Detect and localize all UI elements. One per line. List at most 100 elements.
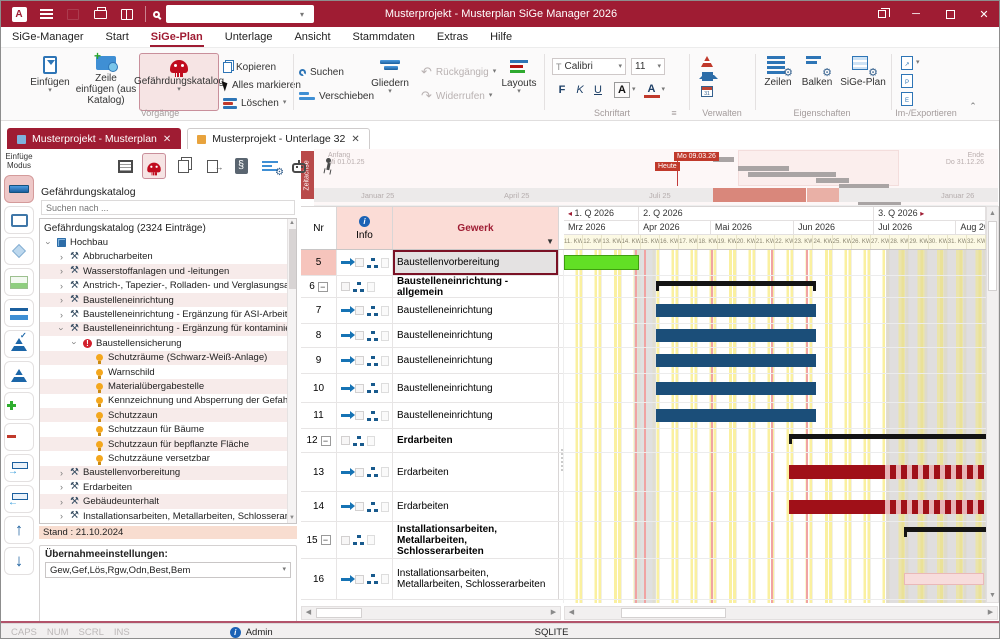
scroll-right-icon[interactable]: ▶ bbox=[547, 607, 560, 619]
menu-tab-hilfe[interactable]: Hilfe bbox=[479, 28, 523, 46]
rueckgaengig-button[interactable]: ↶Rückgängig▾ bbox=[421, 60, 496, 84]
rail-cone-button[interactable] bbox=[4, 361, 34, 389]
table-row[interactable]: 5Baustellenvorbereitung bbox=[301, 250, 563, 276]
zeilen-button[interactable]: ⚙ Zeilen bbox=[761, 53, 795, 111]
table-chart-splitter[interactable] bbox=[559, 449, 564, 483]
collapse-icon[interactable]: − bbox=[321, 535, 331, 545]
tree-item[interactable]: ›Hochbau bbox=[40, 235, 296, 249]
gantt-bar-summary[interactable] bbox=[656, 281, 816, 286]
font-color-button[interactable]: A bbox=[644, 82, 660, 98]
scroll-left-icon[interactable]: ◀ bbox=[302, 607, 315, 619]
panel-tool-person-button[interactable] bbox=[316, 153, 340, 179]
print-icon[interactable] bbox=[91, 6, 109, 22]
menu-tab-ansicht[interactable]: Ansicht bbox=[283, 28, 341, 46]
kopieren-button[interactable]: Kopieren bbox=[223, 58, 301, 76]
collapse-icon[interactable]: − bbox=[318, 282, 328, 292]
transfer-settings-select[interactable]: Gew,Gef,Lös,Rgw,Odn,Best,Bem ▾ bbox=[45, 562, 291, 578]
maximize-button[interactable] bbox=[933, 1, 967, 27]
gantt-bar-task-blue[interactable] bbox=[656, 409, 816, 422]
rail-bar-insert-button[interactable] bbox=[4, 175, 34, 203]
scroll-left-icon[interactable]: ◀ bbox=[565, 607, 578, 619]
tree-item[interactable]: Kennzeichnung und Absperrung der Gefahre… bbox=[40, 394, 296, 408]
gantt-bar-task-planned[interactable] bbox=[904, 573, 984, 585]
column-header-gewerk[interactable]: Gewerk ▼ bbox=[393, 207, 559, 249]
tree-item[interactable]: ›⚒Baustelleneinrichtung bbox=[40, 293, 296, 307]
scroll-thumb[interactable] bbox=[621, 608, 726, 618]
scroll-up-icon[interactable]: ▲ bbox=[987, 207, 998, 220]
notes-icon[interactable] bbox=[118, 6, 136, 22]
overview-axis[interactable]: Januar 25 April 25 Juli 25 Januar 26 bbox=[314, 188, 998, 202]
gantt-bar-task-red[interactable] bbox=[789, 500, 984, 514]
table-row[interactable]: 6−Baustelleneinrichtung - allgemein bbox=[301, 276, 563, 298]
balken-button[interactable]: ⚙ Balken bbox=[799, 53, 835, 111]
tree-scrollbar[interactable]: ▲▼ bbox=[287, 219, 296, 523]
table-row[interactable]: 12−Erdarbeiten bbox=[301, 429, 563, 453]
collapse-icon[interactable]: − bbox=[321, 436, 331, 446]
underline-button[interactable]: U bbox=[590, 82, 606, 98]
menu-tab-stammdaten[interactable]: Stammdaten bbox=[342, 28, 426, 46]
sige-plan-button[interactable]: ⚙ SiGe-Plan bbox=[839, 53, 887, 111]
tree-item[interactable]: ›⚒Gebäudeunterhalt bbox=[40, 494, 296, 508]
table-row[interactable]: 14Erdarbeiten bbox=[301, 492, 563, 522]
tree-item[interactable]: ›⚒Baustelleneinrichtung - Ergänzung für … bbox=[40, 307, 296, 321]
scroll-thumb[interactable] bbox=[316, 608, 362, 618]
highlight-color-button[interactable]: A bbox=[614, 82, 630, 98]
tree-item[interactable]: ›⚒Anstrich-, Tapezier-, Rolladen- und Ve… bbox=[40, 279, 296, 293]
chevron-right-icon[interactable]: › bbox=[57, 295, 66, 305]
gliedern-button[interactable]: Gliedern ▾ bbox=[365, 53, 415, 111]
scroll-thumb[interactable] bbox=[289, 229, 296, 289]
scroll-left-icon[interactable]: ◂ bbox=[568, 209, 572, 218]
layouts-button[interactable]: Layouts ▾ bbox=[497, 53, 541, 111]
building-icon[interactable] bbox=[702, 72, 713, 81]
filter-icon[interactable]: ▼ bbox=[546, 237, 554, 246]
app-logo-icon[interactable]: A bbox=[10, 6, 28, 22]
tree-item[interactable]: Materialübergabestelle bbox=[40, 379, 296, 393]
panel-tool-bars-settings-button[interactable] bbox=[258, 153, 282, 179]
menu-tab-start[interactable]: Start bbox=[95, 28, 140, 46]
chevron-down-icon[interactable]: › bbox=[44, 238, 54, 247]
panel-tool-hazard-catalog-button[interactable] bbox=[142, 153, 166, 179]
tree-item[interactable]: ›!Baustellensicherung bbox=[40, 336, 296, 350]
panel-tool-pages-button[interactable] bbox=[171, 153, 195, 179]
chevron-right-icon[interactable]: › bbox=[57, 281, 66, 291]
tree-item[interactable]: Schutzzaun bbox=[40, 408, 296, 422]
font-name-select[interactable]: TCalibri▾ bbox=[552, 58, 626, 75]
search-dropdown-icon[interactable]: ▾ bbox=[300, 10, 304, 19]
collapse-ribbon-icon[interactable]: ⌃ bbox=[963, 101, 983, 112]
rail-frame-button[interactable] bbox=[4, 206, 34, 234]
chevron-down-icon[interactable]: › bbox=[57, 324, 67, 333]
chevron-right-icon[interactable]: › bbox=[57, 266, 66, 276]
minimize-button[interactable]: ─ bbox=[899, 1, 933, 27]
rail-move-up-button[interactable] bbox=[4, 516, 34, 544]
panel-tool-form-button[interactable] bbox=[113, 153, 137, 179]
gantt-bar-milestone-green[interactable] bbox=[564, 255, 639, 270]
scroll-down-icon[interactable]: ▼ bbox=[288, 514, 296, 523]
gantt-vertical-scrollbar[interactable]: ▲ ▼ bbox=[986, 206, 999, 603]
tree-item[interactable]: ›⚒Installationsarbeiten, Metallarbeiten,… bbox=[40, 509, 296, 523]
chevron-right-icon[interactable]: › bbox=[57, 310, 66, 320]
overview-viewport[interactable] bbox=[713, 188, 806, 202]
table-row[interactable]: 9Baustelleneinrichtung bbox=[301, 348, 563, 374]
einfuegen-button[interactable]: Einfügen ▾ bbox=[27, 53, 73, 111]
gefaehrdungskatalog-button[interactable]: Gefährdungskatalog ▾ bbox=[139, 53, 219, 111]
gantt-bar-summary[interactable] bbox=[789, 434, 986, 439]
gantt-timescale[interactable]: ◂ 1. Q 20262. Q 20263. Q 2026 ▸ Mrz 2026… bbox=[564, 206, 986, 250]
tree-item[interactable]: Schutzräume (Schwarz-Weiß-Anlage) bbox=[40, 351, 296, 365]
chart-horizontal-scrollbar[interactable]: ◀ ▶ bbox=[564, 606, 998, 620]
gantt-bar-task-red[interactable] bbox=[789, 465, 984, 479]
chevron-down-icon[interactable]: ▾ bbox=[662, 87, 666, 93]
widerrufen-button[interactable]: ↷Widerrufen▾ bbox=[421, 84, 496, 108]
panel-tool-robot-button[interactable] bbox=[287, 153, 311, 179]
panel-tool-page-export-button[interactable] bbox=[200, 153, 224, 179]
rail-summary-bar-button[interactable] bbox=[4, 299, 34, 327]
chevron-right-icon[interactable]: › bbox=[57, 482, 66, 492]
rail-row-add-button[interactable] bbox=[4, 392, 34, 420]
tree-item[interactable]: ›⚒Erdarbeiten bbox=[40, 480, 296, 494]
tree-item[interactable]: ›⚒Baustellenvorbereitung bbox=[40, 466, 296, 480]
column-header-nr[interactable]: Nr bbox=[301, 207, 337, 249]
timeline-overview[interactable]: AnfangMi 01.01.25 EndeDo 31.12.26 Mo 09.… bbox=[314, 149, 998, 206]
tree-root[interactable]: Gefährdungskatalog (2324 Einträge) bbox=[40, 221, 296, 235]
table-row[interactable]: 15−Installationsarbeiten, Metallarbeiten… bbox=[301, 522, 563, 559]
rail-indent-left-button[interactable] bbox=[4, 485, 34, 513]
rail-indent-right-button[interactable] bbox=[4, 454, 34, 482]
